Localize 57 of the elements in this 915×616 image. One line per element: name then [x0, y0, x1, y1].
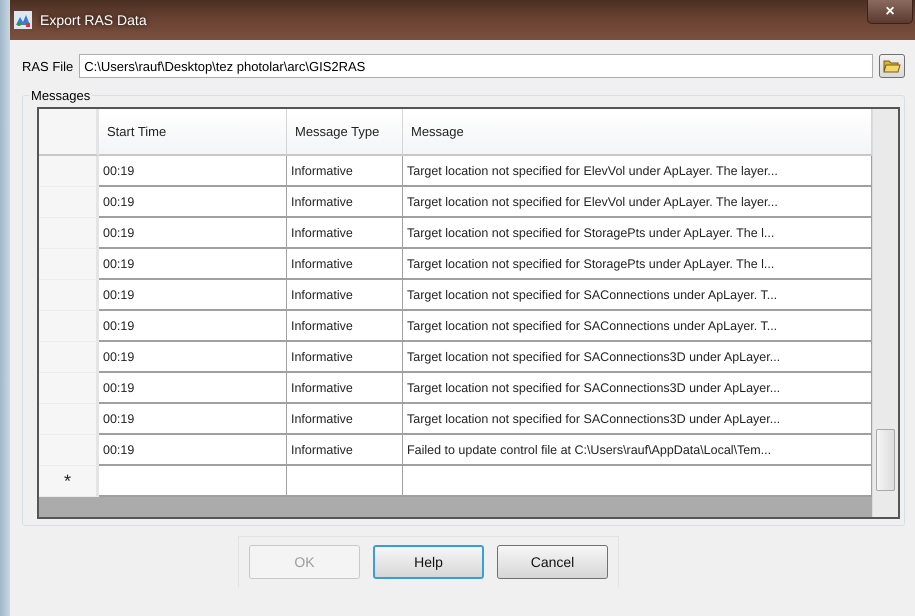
- dialog-button[interactable]: Cancel: [497, 545, 608, 579]
- column-header[interactable]: Start Time: [99, 109, 287, 156]
- message-cell: Target location not specified for StoragePts under ApLayer. The l...: [403, 218, 872, 249]
- message-type-cell: Informative: [287, 342, 403, 373]
- browse-button[interactable]: [879, 54, 905, 78]
- message-type-cell: Informative: [287, 435, 403, 466]
- row-header[interactable]: [39, 280, 99, 311]
- row-header[interactable]: [39, 311, 99, 342]
- start-time-cell: 00:19: [99, 187, 287, 218]
- message-type-cell: Informative: [287, 373, 403, 404]
- ras-file-field[interactable]: C:\Users\rauf\Desktop\tez photolar\arc\GIS2RAS: [79, 54, 873, 78]
- start-time-cell: 00:19: [99, 342, 287, 373]
- row-header[interactable]: [39, 187, 99, 218]
- message-cell: Target location not specified for SAConnections3D under ApLayer...: [403, 373, 872, 404]
- app-icon: [14, 11, 32, 29]
- message-cell: Target location not specified for ElevVol under ApLayer. The layer...: [403, 156, 872, 187]
- close-button[interactable]: ×: [867, 0, 913, 24]
- row-header[interactable]: [39, 156, 99, 187]
- message-type-cell: Informative: [287, 156, 403, 187]
- message-type-cell: Informative: [287, 280, 403, 311]
- start-time-cell: 00:19: [99, 311, 287, 342]
- message-type-cell: Informative: [287, 218, 403, 249]
- corner-header: [39, 109, 99, 156]
- message-cell: Target location not specified for SAConnections under ApLayer. T...: [403, 311, 872, 342]
- start-time-cell: 00:19: [99, 156, 287, 187]
- scroll-thumb[interactable]: [876, 429, 895, 491]
- ras-file-label: RAS File: [22, 58, 74, 74]
- row-header[interactable]: [39, 249, 99, 280]
- message-type-cell: Informative: [287, 187, 403, 218]
- start-time-cell: 00:19: [99, 373, 287, 404]
- dialog-button[interactable]: Help: [373, 545, 484, 579]
- message-type-cell: Informative: [287, 249, 403, 280]
- start-time-cell: 00:19: [99, 435, 287, 466]
- message-cell: Target location not specified for SAConnections under ApLayer. T...: [403, 280, 872, 311]
- message-cell: Target location not specified for SAConnections3D under ApLayer...: [403, 404, 872, 435]
- row-header[interactable]: [39, 435, 99, 466]
- message-cell: Target location not specified for ElevVol under ApLayer. The layer...: [403, 187, 872, 218]
- message-cell: Target location not specified for StoragePts under ApLayer. The l...: [403, 249, 872, 280]
- message-cell: Failed to update control file at C:\Users\rauf\AppData\Local\Tem...: [403, 435, 872, 466]
- start-time-cell: 00:19: [99, 280, 287, 311]
- row-header[interactable]: [39, 373, 99, 404]
- start-time-cell: 00:19: [99, 218, 287, 249]
- row-header[interactable]: [39, 342, 99, 373]
- message-type-cell: Informative: [287, 311, 403, 342]
- start-time-cell: 00:19: [99, 404, 287, 435]
- row-header[interactable]: [39, 404, 99, 435]
- folder-icon: [883, 58, 901, 74]
- window-title: Export RAS Data: [40, 12, 148, 28]
- column-header[interactable]: Message Type: [287, 109, 403, 156]
- vertical-scrollbar[interactable]: [872, 109, 898, 517]
- messages-label: Messages: [30, 88, 92, 103]
- start-time-cell: 00:19: [99, 249, 287, 280]
- row-header[interactable]: [39, 218, 99, 249]
- column-header[interactable]: Message: [403, 109, 872, 156]
- new-row-marker: *: [39, 466, 99, 497]
- message-type-cell: Informative: [287, 404, 403, 435]
- message-cell: Target location not specified for SAConnections3D under ApLayer...: [403, 342, 872, 373]
